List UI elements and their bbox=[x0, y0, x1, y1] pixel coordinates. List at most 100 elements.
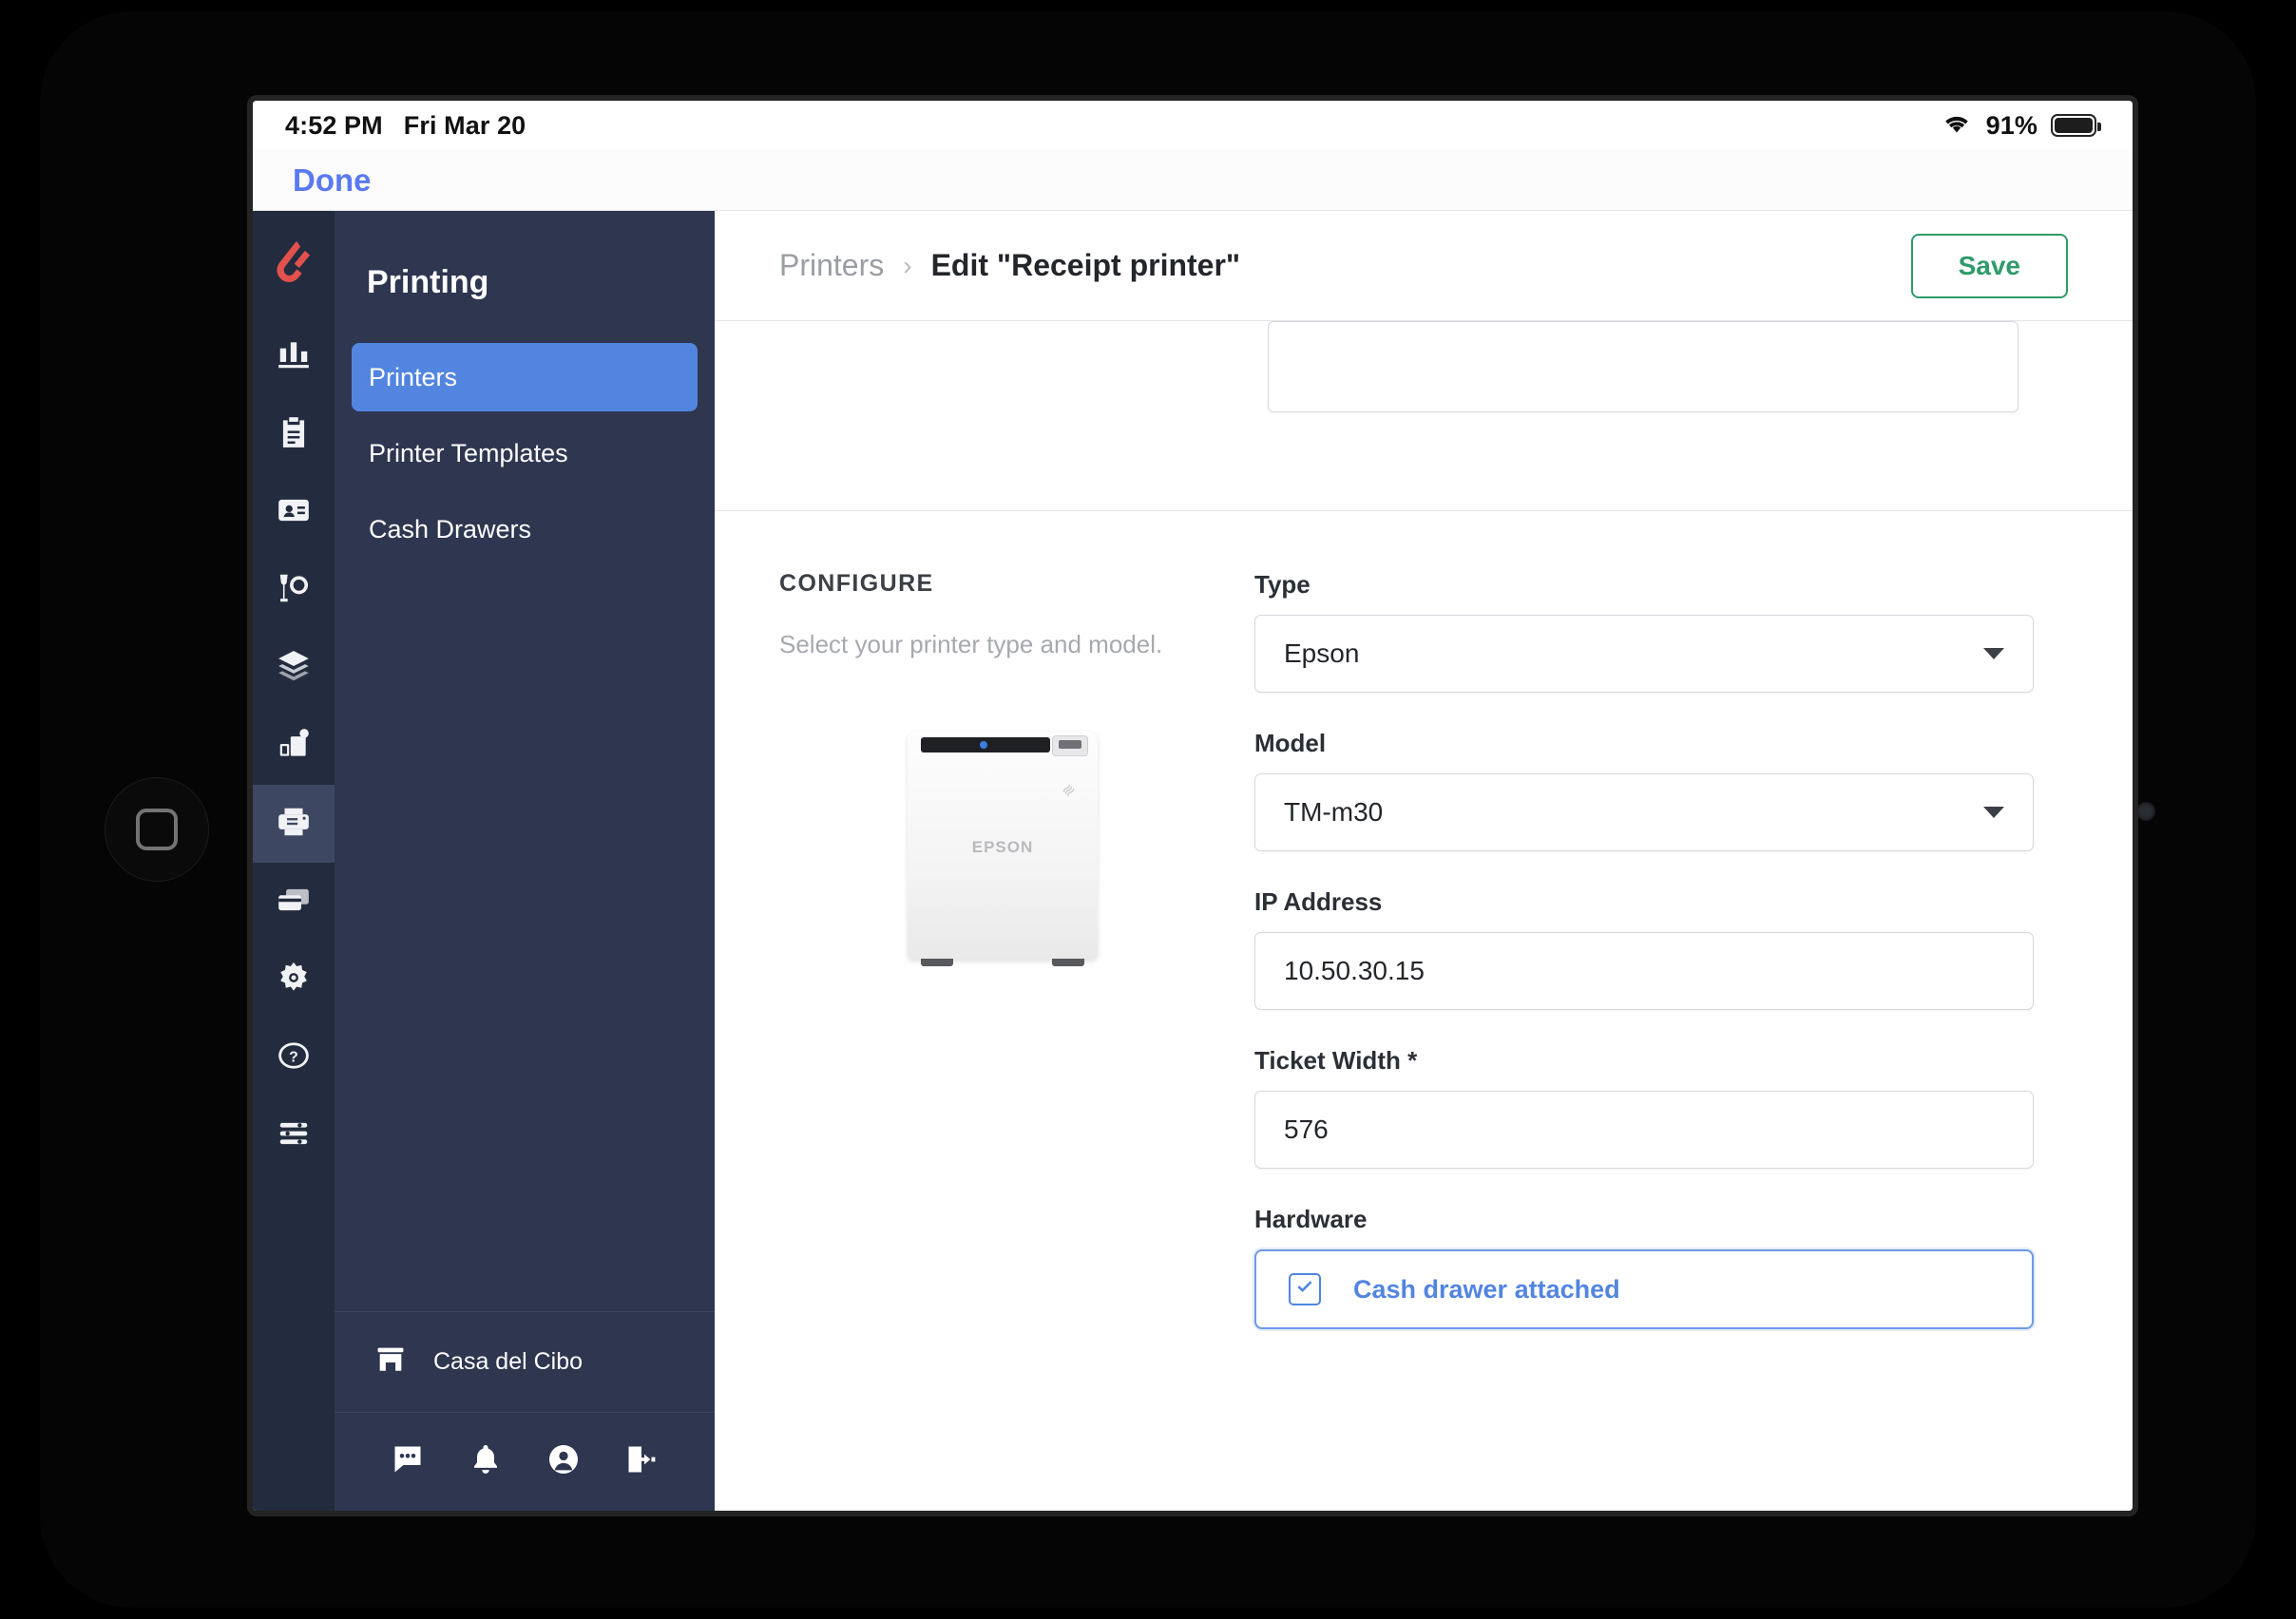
sidebar-item-dining[interactable] bbox=[253, 551, 335, 629]
model-label: Model bbox=[1254, 729, 1327, 757]
cash-drawer-attached-option[interactable]: Cash drawer attached bbox=[1254, 1249, 2034, 1329]
field-ticket-width: Ticket Width * 576 bbox=[1254, 1046, 2034, 1169]
ios-status-bar: 4:52 PM Fri Mar 20 91% bbox=[253, 101, 2133, 150]
ip-address-value: 10.50.30.15 bbox=[1284, 956, 1425, 985]
sidebar-item-customers[interactable] bbox=[253, 473, 335, 551]
chevron-down-icon bbox=[1983, 807, 2004, 818]
cash-drawer-checkbox[interactable] bbox=[1289, 1273, 1321, 1305]
configure-description: Select your printer type and model. bbox=[779, 630, 1163, 658]
gear-settings-icon bbox=[276, 960, 312, 1000]
content-header: Printers › Edit "Receipt printer" Save bbox=[715, 211, 2133, 321]
type-select[interactable]: Epson bbox=[1254, 615, 2034, 693]
content-scroll-area[interactable]: CONFIGURE Select your printer type and m… bbox=[715, 321, 2133, 1511]
status-bar-time: 4:52 PM bbox=[285, 110, 383, 140]
done-button[interactable]: Done bbox=[293, 162, 372, 199]
ipad-device-frame: 4:52 PM Fri Mar 20 91% Done ? Printing P… bbox=[40, 11, 2256, 1608]
payment-cards-icon bbox=[276, 882, 312, 923]
printer-wifi-badge-icon: ≋ bbox=[1058, 780, 1080, 802]
ticket-width-input[interactable]: 576 bbox=[1254, 1091, 2034, 1169]
breadcrumb: Printers › Edit "Receipt printer" bbox=[779, 248, 1240, 283]
field-hardware: Hardware Cash drawer attached bbox=[1254, 1205, 2034, 1329]
clipped-textarea-field[interactable] bbox=[1268, 321, 2019, 412]
sidebar-item-cash-drawers[interactable]: Cash Drawers bbox=[352, 495, 698, 563]
sidebar-item-payments[interactable] bbox=[253, 863, 335, 941]
configure-heading: CONFIGURE bbox=[779, 570, 934, 597]
layers-menus-icon bbox=[276, 648, 312, 689]
sidebar-item-orders[interactable] bbox=[253, 395, 335, 473]
ip-address-label: IP Address bbox=[1254, 887, 1383, 916]
screen-bezel: 4:52 PM Fri Mar 20 91% Done ? Printing P… bbox=[247, 95, 2138, 1516]
clipped-section-above bbox=[715, 321, 2133, 511]
breadcrumb-separator-icon: › bbox=[903, 250, 912, 280]
sidebar-item-label: Cash Drawers bbox=[369, 514, 532, 543]
home-button[interactable] bbox=[105, 777, 209, 882]
configure-section: CONFIGURE Select your printer type and m… bbox=[715, 511, 2133, 1365]
list-menu-icon bbox=[276, 1115, 312, 1156]
printer-paper-slot bbox=[921, 737, 1050, 752]
wifi-icon bbox=[1941, 110, 1973, 142]
store-icon bbox=[374, 1343, 407, 1381]
customer-card-icon bbox=[276, 492, 312, 533]
lightspeed-logo-icon[interactable] bbox=[253, 211, 335, 317]
reports-bar-chart-icon bbox=[276, 336, 312, 377]
sidebar-item-reports[interactable] bbox=[253, 317, 335, 395]
store-name: Casa del Cibo bbox=[433, 1348, 584, 1375]
save-button[interactable]: Save bbox=[1910, 233, 2068, 298]
configure-form-column: Type Epson Model TM-m30 IP Address 10.50… bbox=[1254, 570, 2034, 1365]
sidebar-panel: Printing Printers Printer Templates Cash… bbox=[335, 211, 715, 1511]
status-bar-date: Fri Mar 20 bbox=[403, 110, 526, 140]
sidebar-item-devices[interactable] bbox=[253, 707, 335, 785]
model-value: TM-m30 bbox=[1284, 797, 1384, 827]
type-value: Epson bbox=[1284, 638, 1360, 668]
model-select[interactable]: TM-m30 bbox=[1254, 773, 2034, 851]
sidebar-item-printer-templates[interactable]: Printer Templates bbox=[352, 419, 698, 487]
sidebar-item-printers[interactable]: Printers bbox=[352, 343, 698, 411]
status-bar-left: 4:52 PM Fri Mar 20 bbox=[285, 111, 526, 141]
battery-icon bbox=[2051, 114, 2101, 137]
screen: 4:52 PM Fri Mar 20 91% Done ? Printing P… bbox=[253, 101, 2133, 1511]
devices-icon bbox=[276, 726, 312, 767]
sidebar-item-help[interactable]: ? bbox=[253, 1019, 335, 1096]
logout-icon[interactable] bbox=[624, 1442, 659, 1481]
main-content: Printers › Edit "Receipt printer" Save C… bbox=[715, 211, 2133, 1511]
sidebar-item-settings[interactable] bbox=[253, 941, 335, 1019]
field-type: Type Epson bbox=[1254, 570, 2034, 693]
status-bar-right: 91% bbox=[1941, 110, 2101, 142]
printer-feet bbox=[908, 959, 1098, 966]
front-camera bbox=[2136, 802, 2155, 821]
printer-body: ≋ EPSON bbox=[908, 732, 1098, 966]
breadcrumb-parent-link[interactable]: Printers bbox=[779, 248, 884, 283]
ip-address-input[interactable]: 10.50.30.15 bbox=[1254, 932, 2034, 1010]
checkmark-icon bbox=[1294, 1277, 1315, 1303]
clipped-section-left bbox=[779, 321, 1226, 510]
icon-rail: ? bbox=[253, 211, 335, 1511]
cash-drawer-checkbox-label: Cash drawer attached bbox=[1353, 1274, 1620, 1304]
printer-product-image: ≋ EPSON bbox=[908, 732, 1098, 966]
chevron-down-icon bbox=[1983, 648, 2004, 659]
field-ip-address: IP Address 10.50.30.15 bbox=[1254, 887, 2034, 1010]
configure-description-column: CONFIGURE Select your printer type and m… bbox=[779, 570, 1254, 1365]
printer-brand-label: EPSON bbox=[971, 838, 1034, 856]
sidebar-footer bbox=[335, 1412, 715, 1511]
sidebar-item-label: Printers bbox=[369, 362, 458, 391]
modal-top-bar: Done bbox=[253, 150, 2133, 211]
battery-percent-label: 91% bbox=[1985, 110, 2038, 140]
field-model: Model TM-m30 bbox=[1254, 729, 2034, 851]
sidebar-item-menus[interactable] bbox=[253, 629, 335, 707]
home-button-square-icon bbox=[136, 809, 178, 850]
type-label: Type bbox=[1254, 570, 1311, 599]
account-avatar-icon[interactable] bbox=[546, 1442, 581, 1481]
store-selector[interactable]: Casa del Cibo bbox=[335, 1311, 715, 1412]
hardware-label: Hardware bbox=[1254, 1205, 1368, 1233]
sidebar-item-list[interactable] bbox=[253, 1096, 335, 1174]
sidebar-item-printing[interactable] bbox=[253, 785, 335, 863]
app-body: ? Printing Printers Printer Templates Ca… bbox=[253, 211, 2133, 1511]
chat-icon[interactable] bbox=[391, 1442, 425, 1481]
clipboard-orders-icon bbox=[276, 414, 312, 455]
bell-notifications-icon[interactable] bbox=[469, 1442, 503, 1481]
ticket-width-label: Ticket Width * bbox=[1254, 1046, 1418, 1075]
help-question-icon: ? bbox=[276, 1038, 312, 1078]
sidebar-title: Printing bbox=[367, 264, 489, 300]
ticket-width-value: 576 bbox=[1284, 1114, 1329, 1144]
